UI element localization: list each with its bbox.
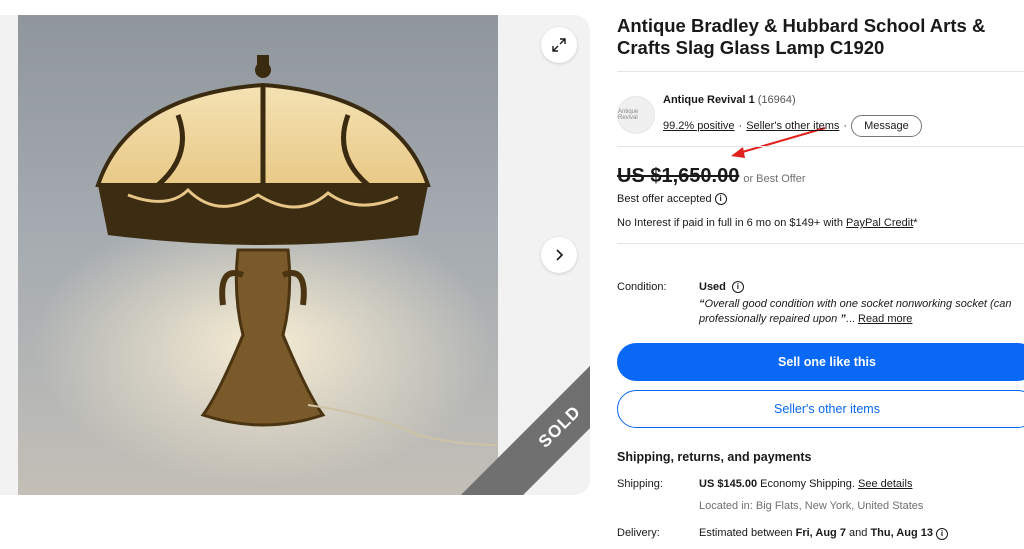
condition-section: Condition: Used i “Overall good conditio… [617,271,1024,331]
paypal-credit-link[interactable]: PayPal Credit [846,217,913,229]
sellers-other-items-button[interactable]: Seller's other items [617,390,1024,428]
chevron-right-icon [556,249,564,261]
delivery-and: and [849,527,868,539]
delivery-row: Delivery: Estimated between Fri, Aug 7 a… [617,527,1024,549]
seller-avatar[interactable]: Antique Revival [617,96,655,134]
divider [617,243,1024,244]
financing-asterisk: * [913,217,918,229]
shipping-label: Shipping: [617,478,663,490]
seller-other-items-link[interactable]: Seller's other items [746,120,839,132]
expand-button[interactable] [541,27,577,63]
divider [617,146,1024,147]
best-offer-accepted-row: Best offer accepted i [617,193,1024,205]
sell-one-like-this-button[interactable]: Sell one like this [617,343,1024,381]
read-more-link[interactable]: Read more [858,313,912,325]
delivery-label: Delivery: [617,527,660,539]
price-row: US $1,650.00 or Best Offer [617,165,1024,188]
condition-desc-line2: professionally repaired upon [699,313,838,325]
separator-dot: · [738,120,743,132]
seller-feedback-count[interactable]: (16964) [758,94,796,106]
ellipsis: ... [845,313,855,325]
financing-row: No Interest if paid in full in 6 mo on $… [617,217,1024,229]
shipping-row: Shipping: US $145.00 Economy Shipping. S… [617,478,1024,500]
listing-panel: Antique Bradley & Hubbard School Arts & … [617,0,1024,549]
condition-value-row: Used i [699,281,744,293]
condition-label: Condition: [617,281,667,293]
expand-icon [552,38,566,52]
financing-text: No Interest if paid in full in 6 mo on $… [617,217,843,229]
delivery-start: Fri, Aug 7 [795,527,846,539]
lamp-image [33,55,498,485]
separator-dot: · [843,120,848,132]
delivery-end: Thu, Aug 13 [870,527,933,539]
shipping-price: US $145.00 [699,478,758,490]
or-best-offer: or Best Offer [743,173,806,185]
product-photo[interactable] [18,15,498,495]
shipping-value: US $145.00 Economy Shipping. See details [699,478,912,490]
message-button[interactable]: Message [851,115,922,137]
price: US $1,650.00 [617,165,740,187]
shipping-heading: Shipping, returns, and payments [617,450,812,464]
seller-positive-link[interactable]: 99.2% positive [663,120,735,132]
location-row: Located in: Big Flats, New York, United … [617,500,1024,522]
seller-links: 99.2% positive · Seller's other items · … [663,115,922,137]
best-offer-accepted: Best offer accepted [617,193,712,205]
next-image-button[interactable] [541,237,577,273]
seller-name-row: Antique Revival 1 (16964) [663,94,796,106]
delivery-value: Estimated between Fri, Aug 7 and Thu, Au… [699,527,949,540]
condition-value: Used [699,281,726,293]
see-details-link[interactable]: See details [858,478,912,490]
condition-desc-line1: Overall good condition with one socket n… [704,298,1012,310]
condition-description: “Overall good condition with one socket … [699,297,1024,327]
shipping-method: Economy Shipping. [760,478,855,490]
info-icon[interactable]: i [731,281,744,293]
divider [617,71,1024,72]
listing-title: Antique Bradley & Hubbard School Arts & … [617,15,986,58]
item-location: Located in: Big Flats, New York, United … [699,500,924,512]
delivery-prefix: Estimated between [699,527,793,539]
info-icon[interactable]: i [936,528,949,540]
seller-card: Antique Revival Antique Revival 1 (16964… [617,82,1024,146]
info-icon[interactable]: i [714,193,727,205]
seller-name[interactable]: Antique Revival 1 [663,94,755,106]
image-gallery: SOLD [0,15,590,495]
